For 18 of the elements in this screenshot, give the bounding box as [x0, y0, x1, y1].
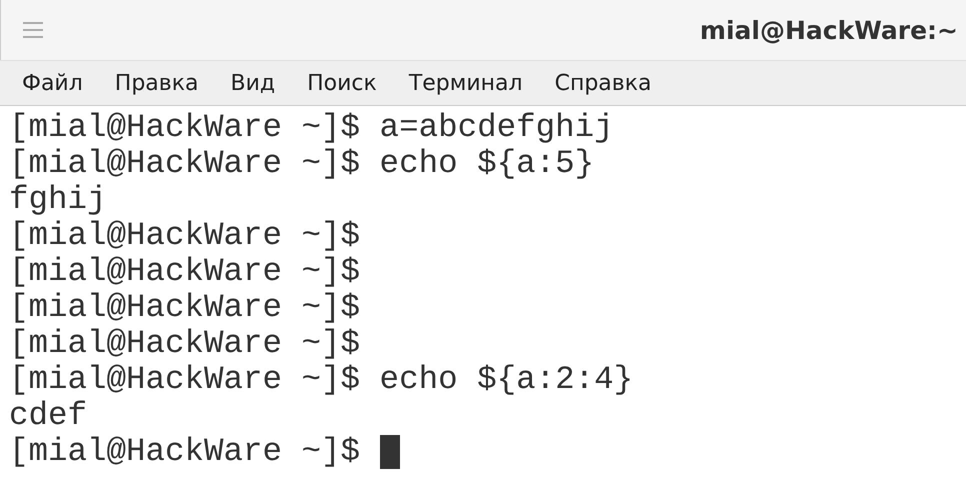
terminal-line: [mial@HackWare ~]$ a=abcdefghij	[9, 110, 614, 146]
terminal-line: [mial@HackWare ~]$	[9, 326, 360, 362]
terminal-line: [mial@HackWare ~]$	[9, 290, 360, 326]
menu-item[interactable]: Поиск	[295, 70, 389, 96]
terminal-line: [mial@HackWare ~]$ echo ${a:2:4}	[9, 362, 634, 398]
terminal-line: [mial@HackWare ~]$	[9, 434, 360, 470]
terminal-line: fghij	[9, 182, 107, 218]
menu-item[interactable]: Терминал	[396, 70, 535, 96]
menu-item[interactable]: Справка	[542, 70, 664, 96]
terminal-line: [mial@HackWare ~]$	[9, 254, 360, 290]
menu-item[interactable]: Файл	[10, 70, 95, 96]
terminal-line: [mial@HackWare ~]$ echo ${a:5}	[9, 146, 594, 182]
menu-item[interactable]: Вид	[218, 70, 288, 96]
window-title: mial@HackWare:~	[700, 16, 958, 44]
menu-icon[interactable]	[23, 21, 43, 39]
menu-item[interactable]: Правка	[102, 70, 211, 96]
terminal-line: cdef	[9, 398, 88, 434]
terminal-line: [mial@HackWare ~]$	[9, 218, 360, 254]
